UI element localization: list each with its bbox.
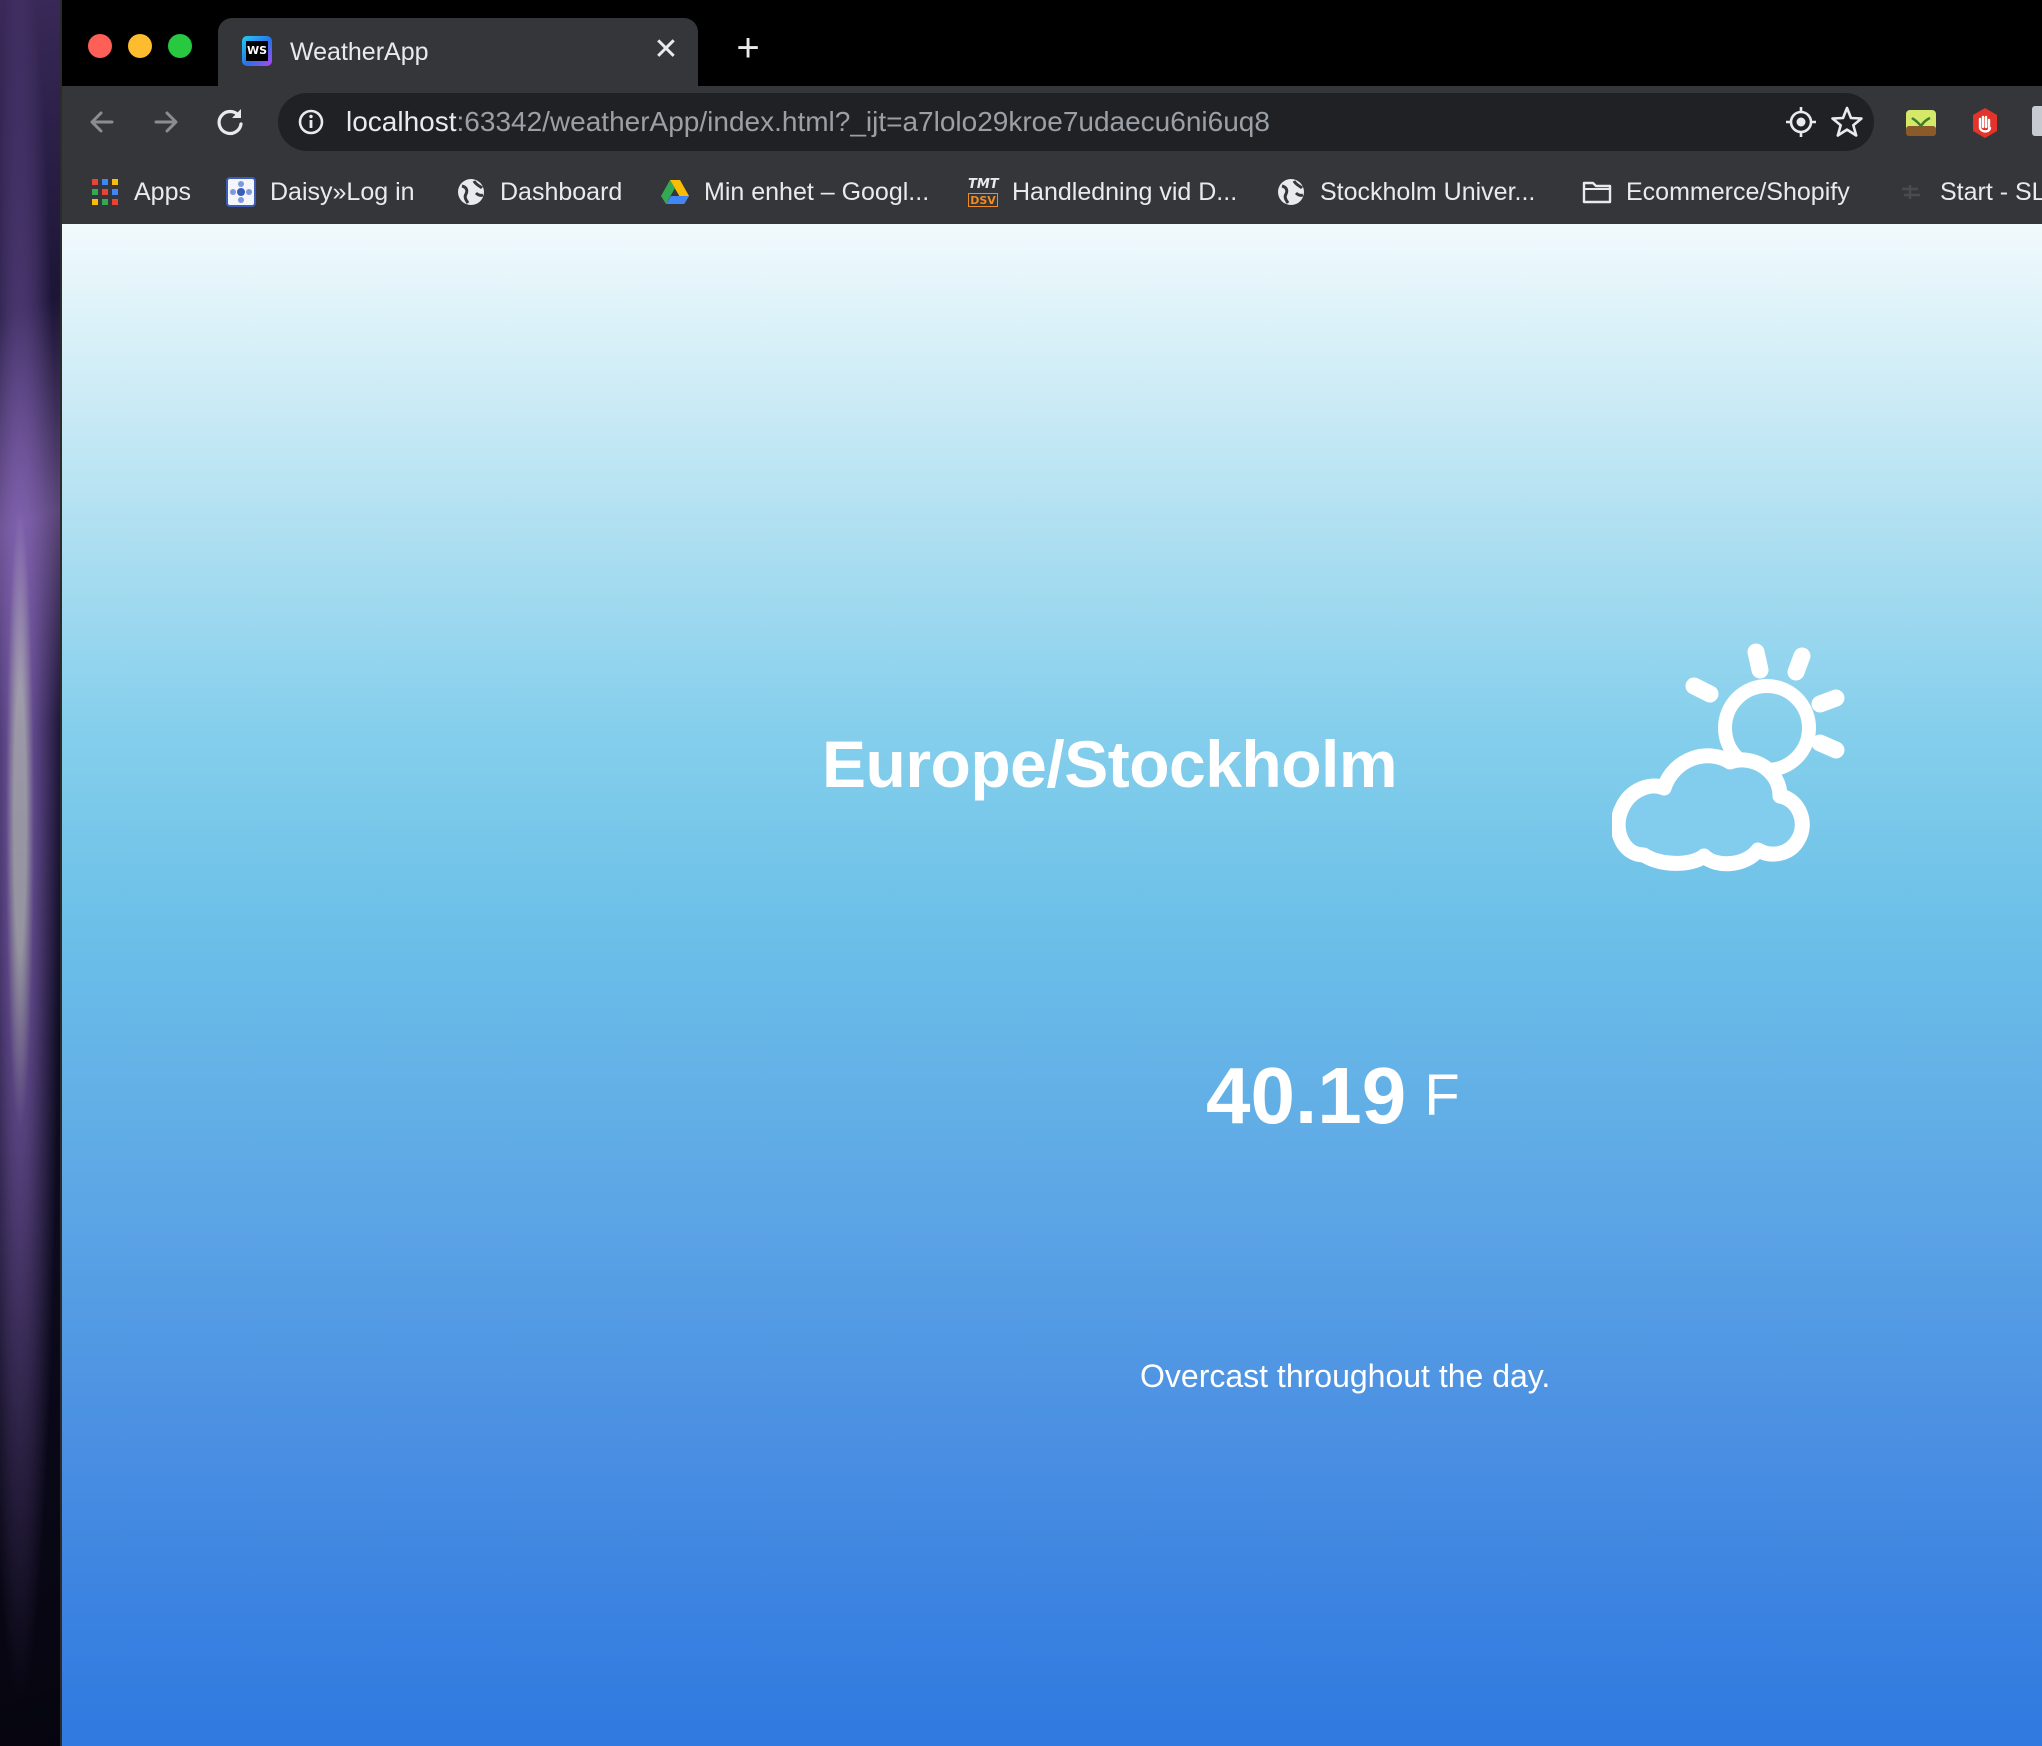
- bookmark-daisy[interactable]: Daisy»Log in: [226, 174, 415, 210]
- temperature-unit: F: [1424, 1063, 1460, 1128]
- url-host: localhost: [346, 106, 457, 137]
- webstorm-icon: WS: [242, 36, 272, 66]
- bookmark-label: Daisy»Log in: [270, 178, 415, 206]
- back-button[interactable]: [82, 102, 122, 142]
- bookmark-folder-ecommerce[interactable]: Ecommerce/Shopify: [1582, 174, 1850, 210]
- browser-toolbar: localhost:63342/weatherApp/index.html?_i…: [62, 86, 2042, 160]
- globe-icon: [1276, 177, 1306, 207]
- bookmark-label: Handledning vid D...: [1012, 178, 1238, 206]
- globe-icon: [456, 177, 486, 207]
- sl-icon: [1896, 177, 1926, 207]
- bookmarks-bar: Apps Daisy»Log in Dashboard Min enhet – …: [62, 160, 2042, 224]
- bookmark-label: Min enhet – Googl...: [704, 178, 930, 206]
- bookmark-start-sl[interactable]: Start - SL: [1896, 174, 2042, 210]
- apps-grid-icon: [90, 177, 120, 207]
- tab-strip: WS WeatherApp ✕ +: [62, 0, 2042, 86]
- bookmark-label: Stockholm Univer...: [1320, 178, 1536, 206]
- temperature-display: 40.19 F: [1206, 1048, 1460, 1144]
- tab-weatherapp[interactable]: WS WeatherApp ✕: [218, 18, 698, 86]
- browser-window: WS WeatherApp ✕ + localhost:63342/weathe…: [60, 0, 2042, 1746]
- forward-button[interactable]: [146, 102, 186, 142]
- temperature-value: 40.19: [1206, 1051, 1407, 1140]
- desktop-wallpaper: [0, 0, 62, 1746]
- minimize-window-button[interactable]: [128, 34, 152, 58]
- bookmark-stockholm-university[interactable]: Stockholm Univer...: [1276, 174, 1535, 210]
- close-tab-button[interactable]: ✕: [650, 34, 682, 66]
- google-drive-icon: [660, 177, 690, 207]
- daisy-icon: [226, 177, 256, 207]
- ad-blocker-hand-icon[interactable]: [1968, 106, 2002, 140]
- bookmark-label: Apps: [134, 178, 191, 206]
- bookmark-label: Dashboard: [500, 178, 623, 206]
- reload-button[interactable]: [210, 102, 250, 142]
- bookmark-star-icon[interactable]: [1830, 105, 1864, 139]
- url-text: localhost:63342/weatherApp/index.html?_i…: [346, 105, 1270, 139]
- arrow-left-icon: [90, 111, 114, 133]
- info-icon: [298, 109, 324, 135]
- location-title: Europe/Stockholm: [822, 727, 1398, 801]
- tmt-dsv-icon: TMT DSV: [968, 177, 999, 207]
- bookmark-handledning[interactable]: TMT DSV Handledning vid D...: [968, 174, 1237, 210]
- bookmark-google-drive[interactable]: Min enhet – Googl...: [660, 174, 929, 210]
- reload-icon: [217, 109, 243, 136]
- folder-icon: [1582, 177, 1612, 207]
- url-path: :63342/weatherApp/index.html?_ijt=a7lolo…: [456, 106, 1270, 137]
- location-target-icon[interactable]: [1784, 105, 1818, 139]
- close-window-button[interactable]: [88, 34, 112, 58]
- extension-overflow-icon[interactable]: [2032, 106, 2042, 140]
- bookmark-dashboard[interactable]: Dashboard: [456, 174, 622, 210]
- new-tab-button[interactable]: +: [728, 28, 768, 68]
- plant-extension-icon[interactable]: [1904, 106, 1938, 140]
- bookmark-apps[interactable]: Apps: [90, 174, 191, 210]
- weather-summary: Overcast throughout the day.: [1140, 1358, 1551, 1394]
- zoom-window-button[interactable]: [168, 34, 192, 58]
- address-bar[interactable]: localhost:63342/weatherApp/index.html?_i…: [278, 93, 1874, 151]
- tab-title: WeatherApp: [290, 38, 429, 66]
- weather-page: Europe/Stockholm 40.19 F Overcast through…: [62, 224, 2042, 1746]
- partly-cloudy-day-icon: [1612, 643, 1845, 872]
- bookmark-label: Start - SL: [1940, 178, 2042, 206]
- bookmark-label: Ecommerce/Shopify: [1626, 178, 1850, 206]
- arrow-right-icon: [154, 111, 178, 133]
